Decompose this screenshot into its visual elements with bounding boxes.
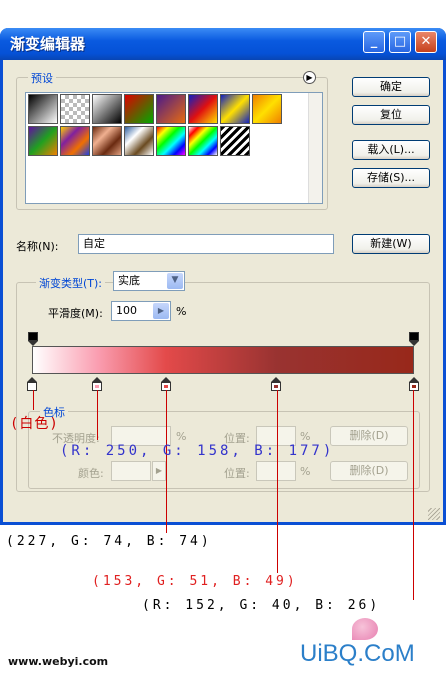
annotation-line-red [166,390,167,533]
footer-logo-right: UiBQ.CoM [300,640,415,667]
smoothness-label: 平滑度(M): [48,307,103,320]
gradient-type-label: 渐变类型(T): [36,275,106,291]
preset-transparent-rainbow-icon[interactable] [188,126,218,156]
preset-black-transparent-icon[interactable] [92,94,122,124]
opacity-stop-left[interactable] [28,332,38,346]
annotation-line-maroon [277,390,278,573]
gradient-type-select[interactable]: 实底 ▼ [113,271,185,291]
title-bar[interactable]: 渐变编辑器 _ □ ✕ [0,28,446,60]
annotation-pink: (R: 250, G: 158, B: 177) [60,443,335,459]
color-menu-icon[interactable]: ▶ [152,461,166,481]
window-title: 渐变编辑器 [10,35,86,53]
butterfly-logo-icon [352,618,378,640]
annotation-maroon: (153, G: 51, B: 49) [92,574,298,589]
preset-transparent-checker-icon[interactable] [60,94,90,124]
preset-blue-red-yellow-icon[interactable] [188,94,218,124]
smoothness-value: 100 [116,304,137,317]
presets-scrollbar[interactable] [308,93,322,203]
annotation-line-brown [413,390,414,600]
preset-violet-orange-icon[interactable] [156,94,186,124]
chevron-right-icon[interactable]: ▶ [153,303,169,319]
location-unit: % [300,430,311,443]
presets-legend: 预设 [28,70,56,86]
color-location-unit: % [300,465,311,478]
annotation-line-pink [97,390,98,440]
close-button[interactable]: ✕ [415,31,437,53]
preset-blue-yellow-blue-icon[interactable] [220,94,250,124]
load-button[interactable]: 载入(L)... [352,140,430,160]
preset-yellow-violet-orange-blue-icon[interactable] [60,126,90,156]
minimize-button[interactable]: _ [363,31,385,53]
color-stop-4[interactable] [409,377,419,391]
preset-red-green-icon[interactable] [124,94,154,124]
color-label: 颜色: [78,467,104,480]
color-stop-3[interactable] [271,377,282,391]
name-input[interactable]: 自定 [78,234,334,254]
presets-menu-icon[interactable]: ▶ [303,71,316,84]
name-label: 名称(N): [16,240,59,253]
annotation-line-white [33,390,34,410]
preset-violet-green-orange-icon[interactable] [28,126,58,156]
opacity-stop-right[interactable] [409,332,419,346]
gradient-preview-bar[interactable] [32,346,414,374]
reset-button[interactable]: 复位 [352,105,430,125]
annotation-brown: (R: 152, G: 40, B: 26) [142,598,381,613]
color-stop-0[interactable] [27,377,37,391]
gradient-type-value: 实底 [118,274,140,287]
color-stop-2[interactable] [160,377,171,391]
smoothness-unit: % [176,305,187,318]
preset-copper-icon[interactable] [92,126,122,156]
delete-color-stop-button[interactable]: 删除(D) [330,461,408,481]
annotation-red: (227, G: 74, B: 74) [6,534,212,549]
footer-site-left: www.webyi.com [8,655,109,668]
color-location-label: 位置: [224,467,250,480]
annotation-white: (白色) [10,416,59,432]
maximize-button[interactable]: □ [389,31,411,53]
color-stop-1[interactable] [91,377,102,391]
color-picker-swatch[interactable] [111,461,151,481]
save-button[interactable]: 存储(S)... [352,168,430,188]
delete-opacity-stop-button[interactable]: 删除(D) [330,426,408,446]
preset-transparent-stripes-icon[interactable] [220,126,250,156]
new-button[interactable]: 新建(W) [352,234,430,254]
chevron-down-icon[interactable]: ▼ [167,273,183,289]
smoothness-input[interactable]: 100 ▶ [111,301,171,321]
preset-spectrum-icon[interactable] [156,126,186,156]
preset-black-white-icon[interactable] [28,94,58,124]
preset-chrome-icon[interactable] [124,126,154,156]
preset-orange-yellow-orange-icon[interactable] [252,94,282,124]
opacity-unit: % [176,430,187,443]
ok-button[interactable]: 确定 [352,77,430,97]
resize-grip-icon[interactable] [428,508,440,520]
color-location-input[interactable] [256,461,296,481]
